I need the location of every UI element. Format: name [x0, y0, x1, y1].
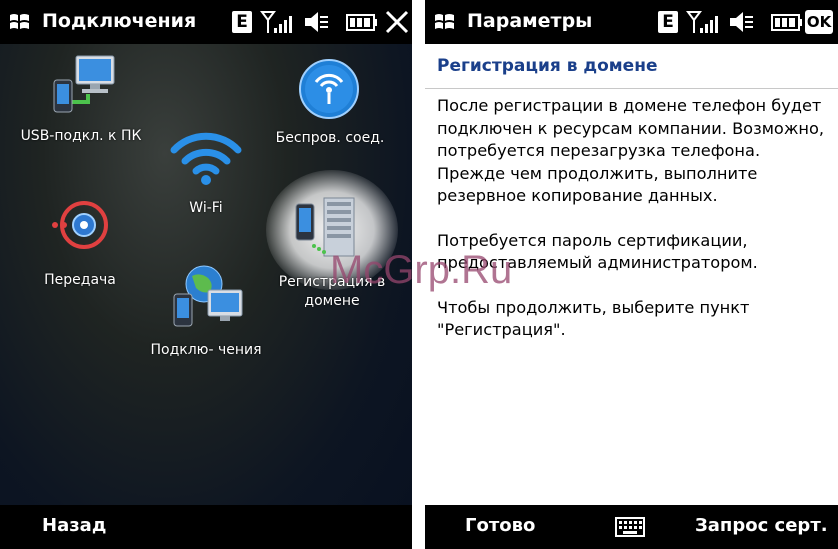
title-bar: Подключения E: [0, 0, 412, 44]
page-title: Параметры: [467, 10, 593, 32]
beam-icon[interactable]: [50, 200, 108, 250]
back-softkey[interactable]: Назад: [42, 515, 106, 536]
section-header: Регистрация в домене: [425, 44, 838, 89]
softkey-bar: Готово Запрос серт.: [425, 505, 838, 549]
volume-muted-icon[interactable]: [727, 9, 755, 35]
wireless-label: Беспров. соед.: [275, 130, 385, 146]
ok-button[interactable]: OK: [805, 10, 833, 34]
page-title: Подключения: [42, 10, 197, 32]
close-icon[interactable]: [384, 9, 410, 35]
connections-icon[interactable]: [170, 264, 244, 328]
domain-enroll-label-line2: домене: [304, 293, 360, 309]
connections-label: Подклю- чения: [150, 342, 262, 358]
signal-strength-icon[interactable]: [260, 9, 292, 35]
description-text: После регистрации в домене телефон будет…: [437, 95, 833, 364]
done-softkey[interactable]: Готово: [465, 515, 535, 536]
usb-pc-icon[interactable]: [50, 54, 118, 116]
paragraph-continue-info: Чтобы продолжить, выберите пункт "Регист…: [437, 297, 750, 340]
watermark: McGrp.Ru: [330, 248, 513, 292]
paragraph-enroll-info: После регистрации в домене телефон будет…: [437, 96, 825, 205]
usb-pc-label: USB-подкл. к ПК: [20, 128, 142, 144]
wifi-label: Wi-Fi: [189, 200, 223, 216]
section-title: Регистрация в домене: [437, 56, 658, 76]
windows-start-icon[interactable]: [433, 11, 457, 33]
battery-icon[interactable]: [346, 9, 378, 35]
softkey-bar: Назад: [0, 505, 412, 549]
signal-strength-icon[interactable]: [686, 9, 718, 35]
windows-start-icon[interactable]: [8, 11, 32, 33]
network-edge-icon: E: [658, 11, 678, 33]
network-edge-icon: E: [232, 11, 252, 33]
title-bar: Параметры E OK: [425, 0, 838, 44]
beam-label: Передача: [44, 272, 116, 288]
keyboard-icon[interactable]: [615, 517, 645, 537]
battery-icon[interactable]: [771, 9, 803, 35]
wifi-icon[interactable]: [170, 130, 242, 186]
wireless-manager-icon[interactable]: [298, 58, 360, 120]
request-cert-softkey[interactable]: Запрос серт.: [695, 515, 828, 536]
volume-muted-icon[interactable]: [302, 9, 330, 35]
